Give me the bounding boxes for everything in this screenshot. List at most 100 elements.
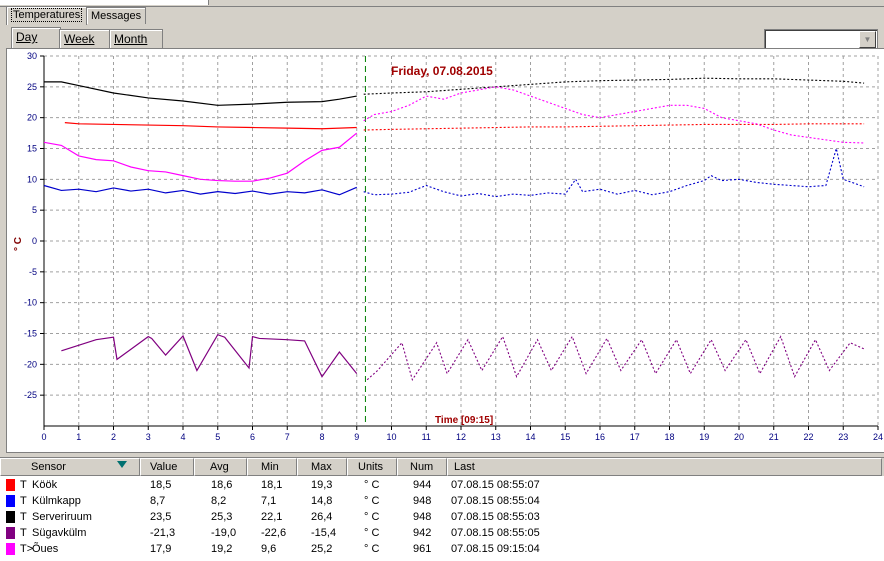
series-line-serveriruum: [44, 81, 357, 106]
x-tick-label: 21: [769, 432, 779, 442]
col-num[interactable]: Num: [397, 458, 447, 476]
cell-min: -22,6: [261, 527, 287, 539]
table-row[interactable]: T Köök 18,5 18,6 18,1 19,3 ° C 944 07.08.15 08:5…: [0, 477, 884, 493]
cell-value: 8,7: [150, 495, 166, 507]
x-tick-label: 22: [803, 432, 813, 442]
x-tick-label: 13: [491, 432, 501, 442]
series-line-külmkapp: [43, 184, 357, 196]
col-min[interactable]: Min: [247, 458, 297, 476]
chart-svg: 0 1 2 3 4 5 6 7 8 9 10 11 12 13 14 15 16 17 18 19 20 21 22 23 24…: [13, 51, 883, 442]
cell-avg: 25,3: [211, 511, 233, 523]
cell-sensor: Sügavkülm: [32, 527, 87, 539]
col-avg[interactable]: Avg: [194, 458, 247, 476]
cell-units: ° C: [364, 495, 380, 507]
cell-type: T: [20, 495, 27, 507]
series-forecast-külmkapp: [363, 148, 865, 198]
y-tick-label: 25: [27, 82, 37, 92]
cell-sensor: Köök: [32, 479, 58, 491]
sensor-color-swatch: [6, 527, 15, 539]
tab-day-label: Day: [16, 30, 38, 44]
tab-day[interactable]: Day: [11, 27, 61, 48]
cell-value: 17,9: [150, 543, 172, 555]
table-row[interactable]: T Sügavkülm -21,3 -19,0 -22,6 -15,4 ° C 942 07.0…: [0, 525, 884, 541]
col-last[interactable]: Last: [447, 458, 882, 476]
cell-max: 26,4: [311, 511, 333, 523]
series-forecast-köök: [363, 123, 865, 131]
series-forecast-serveriruum: [363, 77, 865, 95]
tab-messages[interactable]: Messages: [86, 7, 147, 24]
series-line-sügavkülm: [61, 334, 358, 378]
col-value[interactable]: Value: [140, 458, 194, 476]
temperature-chart: 0 1 2 3 4 5 6 7 8 9 10 11 12 13 14 15 16 17 18 19 20 21 22 23 24…: [6, 48, 884, 453]
cell-num: 948: [413, 511, 432, 523]
x-tick-label: 18: [664, 432, 674, 442]
y-tick-label: 15: [27, 144, 37, 154]
cell-last: 07.08.15 09:15:04: [451, 543, 540, 555]
sensor-table: Sensor Value Avg Min Max Units Num Last …: [0, 457, 884, 561]
cell-units: ° C: [364, 543, 380, 555]
table-header: Sensor Value Avg Min Max Units Num Last: [0, 458, 884, 476]
cell-min: 7,1: [261, 495, 277, 507]
table-row[interactable]: T Külmkapp 8,7 8,2 7,1 14,8 ° C 948 07.08.15 08:…: [0, 493, 884, 509]
cell-max: 19,3: [311, 479, 333, 491]
cell-min: 18,1: [261, 479, 283, 491]
col-max[interactable]: Max: [297, 458, 347, 476]
cell-max: 14,8: [311, 495, 333, 507]
x-tick-label: 23: [838, 432, 848, 442]
range-select[interactable]: ▼: [764, 29, 878, 49]
top-field: [0, 0, 209, 5]
series-forecast-sügavkülm: [366, 335, 865, 382]
cell-min: 22,1: [261, 511, 283, 523]
y-tick-label: 10: [27, 174, 37, 184]
chevron-down-icon[interactable]: ▼: [859, 31, 876, 48]
tab-messages-label: Messages: [91, 10, 142, 22]
col-units[interactable]: Units: [347, 458, 397, 476]
x-tick-label: 8: [319, 432, 324, 442]
col-min-label: Min: [261, 461, 279, 473]
y-tick-label: 30: [27, 51, 37, 61]
cell-value: 18,5: [150, 479, 172, 491]
tab-week[interactable]: Week: [59, 29, 111, 48]
x-tick-label: 19: [699, 432, 709, 442]
cell-max: -15,4: [311, 527, 337, 539]
cell-sensor: Õues: [32, 543, 59, 555]
cell-units: ° C: [364, 511, 380, 523]
y-tick-label: -20: [24, 359, 37, 369]
x-tick-label: 11: [422, 432, 431, 442]
x-tick-label: 5: [215, 432, 220, 442]
col-sensor-label: Sensor: [31, 461, 66, 473]
cell-sensor: Külmkapp: [32, 495, 81, 507]
chart-title: Friday, 07.08.2015: [391, 64, 493, 78]
cell-units: ° C: [364, 527, 380, 539]
cell-max: 25,2: [311, 543, 333, 555]
x-tick-label: 20: [734, 432, 744, 442]
series-line-õues: [43, 132, 358, 182]
cell-last: 07.08.15 08:55:05: [451, 527, 540, 539]
col-avg-label: Avg: [210, 461, 229, 473]
tab-temperatures-label: Temperatures: [11, 8, 83, 22]
y-tick-label: -15: [24, 329, 37, 339]
x-tick-label: 24: [873, 432, 883, 442]
cell-min: 9,6: [261, 543, 277, 555]
cell-last: 07.08.15 08:55:07: [451, 479, 540, 491]
col-last-label: Last: [454, 461, 475, 473]
cell-avg: 19,2: [211, 543, 233, 555]
cell-last: 07.08.15 08:55:03: [451, 511, 540, 523]
x-tick-label: 4: [180, 432, 185, 442]
col-value-label: Value: [150, 461, 178, 473]
cell-avg: 8,2: [211, 495, 227, 507]
tab-month-label: Month: [114, 32, 148, 46]
cell-type: T: [20, 479, 27, 491]
sensor-color-swatch: [6, 543, 15, 555]
col-max-label: Max: [311, 461, 332, 473]
x-tick-label: 15: [560, 432, 570, 442]
col-sensor[interactable]: Sensor: [0, 458, 140, 476]
tab-temperatures[interactable]: Temperatures: [6, 6, 88, 25]
cell-value: 23,5: [150, 511, 172, 523]
tab-month[interactable]: Month: [109, 29, 163, 48]
y-tick-label: -25: [24, 390, 37, 400]
table-row[interactable]: T Serveriruum 23,5 25,3 22,1 26,4 ° C 948 07.08.…: [0, 509, 884, 525]
sensor-color-swatch: [6, 479, 15, 491]
cell-units: ° C: [364, 479, 380, 491]
table-row[interactable]: T> Õues 17,9 19,2 9,6 25,2 ° C 961 07.08.15 09:1…: [0, 541, 884, 557]
